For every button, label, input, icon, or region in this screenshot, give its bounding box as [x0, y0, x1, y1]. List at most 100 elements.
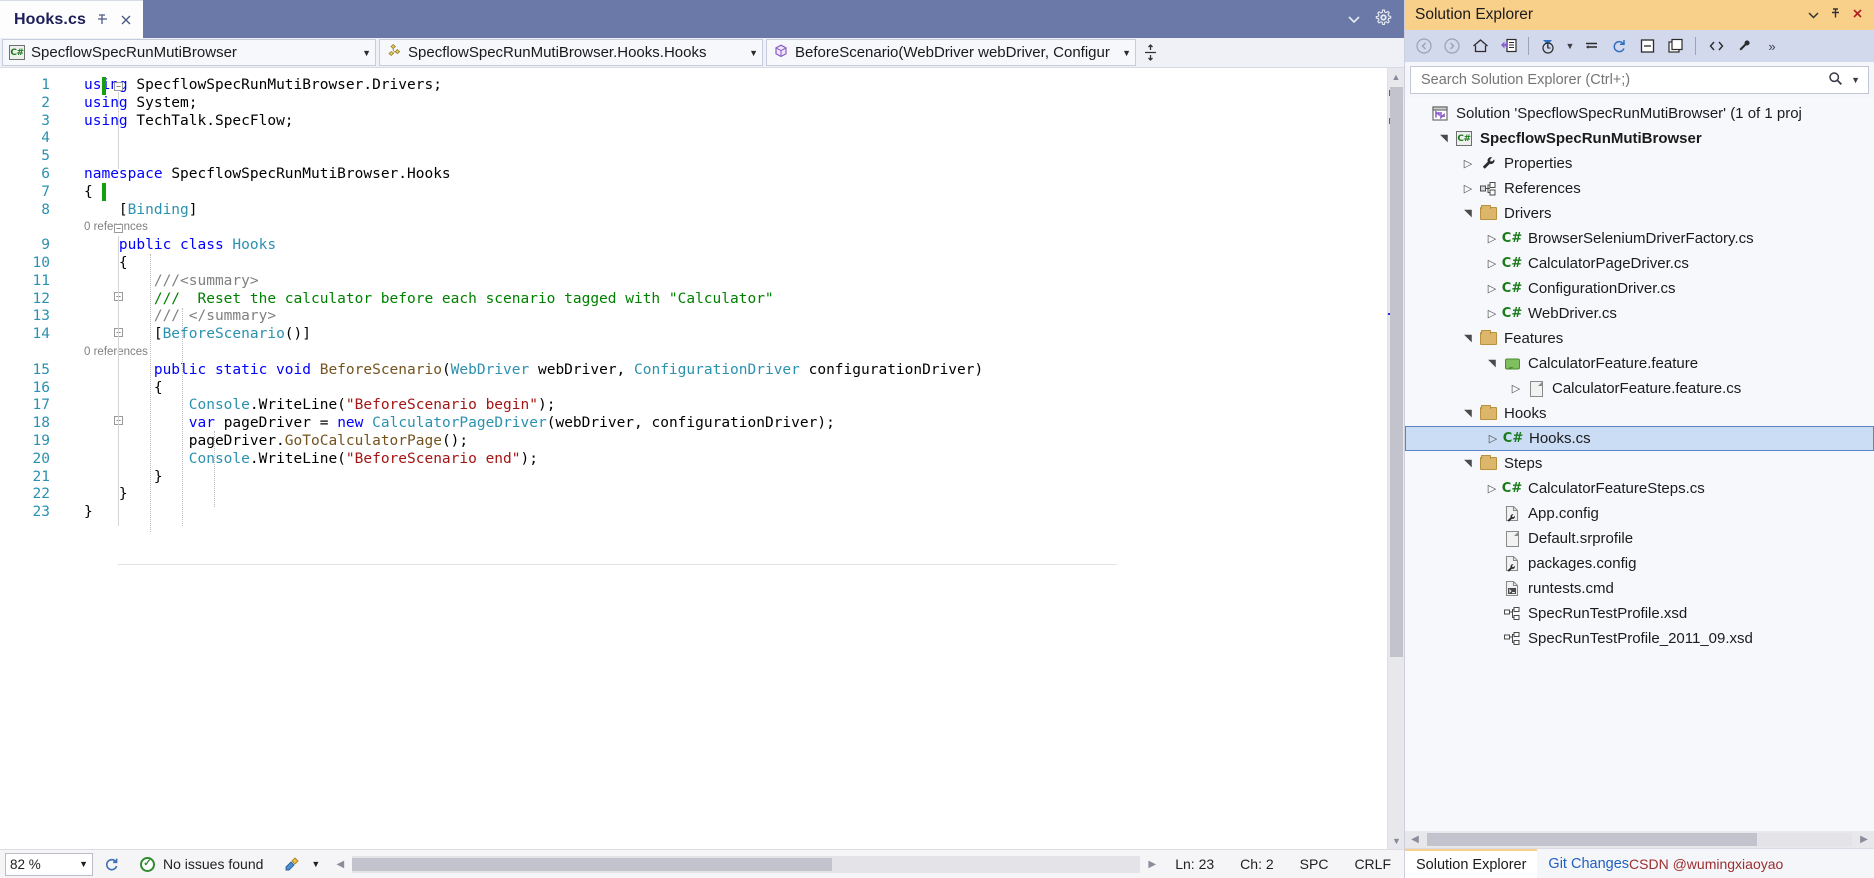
search-input[interactable] [1419, 71, 1825, 89]
type-dropdown[interactable]: SpecflowSpecRunMutiBrowser.Hooks.Hooks ▼ [379, 39, 763, 66]
chevron-down-icon[interactable]: ▼ [1564, 34, 1576, 58]
expand-collapse-open-icon[interactable]: ◢ [1463, 330, 1474, 348]
code-line[interactable]: 19 pageDriver.GoToCalculatorPage(); [0, 433, 1387, 451]
code-line[interactable]: 22 } [0, 486, 1387, 504]
code-line[interactable]: 9 public class Hooks [0, 237, 1387, 255]
tab-solution-explorer[interactable]: Solution Explorer [1405, 849, 1538, 878]
solution-tree[interactable]: Solution 'SpecflowSpecRunMutiBrowser' (1… [1405, 98, 1874, 831]
code-line[interactable]: 8 [Binding] [0, 202, 1387, 220]
scrollbar-thumb[interactable] [1427, 833, 1757, 846]
tree-item[interactable]: ▷ Properties [1405, 151, 1874, 176]
issues-status[interactable]: ✓ No issues found [130, 856, 273, 872]
pin-icon[interactable] [96, 13, 109, 26]
code-line[interactable]: 14 [BeforeScenario()] [0, 326, 1387, 344]
tree-item[interactable]: ◢ Drivers [1405, 201, 1874, 226]
chevron-down-icon[interactable]: ▼ [356, 48, 371, 58]
refresh-icon[interactable] [1606, 34, 1632, 58]
code-line[interactable]: 13 /// </summary> [0, 308, 1387, 326]
code-line[interactable]: 16 { [0, 380, 1387, 398]
scroll-up-arrow-icon[interactable]: ▲ [1388, 68, 1404, 85]
tree-item[interactable]: App.config [1405, 501, 1874, 526]
chevron-down-icon[interactable]: ▼ [311, 859, 320, 869]
properties-icon[interactable] [1731, 34, 1757, 58]
hscroll-right-arrow-icon[interactable]: ▶ [1142, 859, 1162, 870]
expand-collapse-open-icon[interactable]: ◢ [1487, 355, 1498, 373]
code-line[interactable]: 10 { [0, 255, 1387, 273]
forward-arrow-icon[interactable] [1439, 34, 1465, 58]
code-line[interactable]: 2 using System; [0, 95, 1387, 113]
tab-git-changes[interactable]: Git Changes CSDN @wumingxiaoyao [1537, 849, 1794, 878]
tree-item[interactable]: SpecRunTestProfile_2011_09.xsd [1405, 626, 1874, 651]
code-line[interactable]: 15 public static void BeforeScenario(Web… [0, 362, 1387, 380]
tree-item[interactable]: Solution 'SpecflowSpecRunMutiBrowser' (1… [1405, 101, 1874, 126]
scrollbar-thumb[interactable] [352, 857, 833, 871]
expand-collapse-closed-icon[interactable]: ▷ [1483, 232, 1501, 245]
tree-item[interactable]: ▷ C# WebDriver.cs [1405, 301, 1874, 326]
expand-collapse-closed-icon[interactable]: ▷ [1507, 382, 1525, 395]
chevron-down-icon[interactable] [1802, 8, 1824, 23]
pin-icon[interactable] [1824, 7, 1846, 23]
expand-collapse-open-icon[interactable]: ◢ [1463, 455, 1474, 473]
tree-item[interactable]: ◢ CalculatorFeature.feature [1405, 351, 1874, 376]
tree-item[interactable]: packages.config [1405, 551, 1874, 576]
back-arrow-icon[interactable] [1411, 34, 1437, 58]
code-line[interactable]: 5 [0, 148, 1387, 166]
tree-item[interactable]: ▷ CalculatorFeature.feature.cs [1405, 376, 1874, 401]
tree-item[interactable]: ◢ Hooks [1405, 401, 1874, 426]
scrollbar-track[interactable] [1427, 833, 1852, 846]
tree-item[interactable]: ▷ C# CalculatorFeatureSteps.cs [1405, 476, 1874, 501]
expand-collapse-closed-icon[interactable]: ▷ [1483, 482, 1501, 495]
code-cleanup-button[interactable]: ▼ [273, 856, 330, 872]
chevron-down-icon[interactable]: ▼ [79, 859, 88, 869]
code-lens-references[interactable]: 0 references [0, 344, 1387, 362]
expand-collapse-closed-icon[interactable]: ▷ [1459, 157, 1477, 170]
code-line[interactable]: 3 using TechTalk.SpecFlow; [0, 113, 1387, 131]
code-line[interactable]: 23} [0, 504, 1387, 522]
home-icon[interactable] [1467, 34, 1493, 58]
tree-item[interactable]: ▷ C# CalculatorPageDriver.cs [1405, 251, 1874, 276]
tree-item[interactable]: ▷ C# BrowserSeleniumDriverFactory.cs [1405, 226, 1874, 251]
code-line[interactable]: 6 namespace SpecflowSpecRunMutiBrowser.Ho… [0, 166, 1387, 184]
expand-collapse-open-icon[interactable]: ◢ [1463, 405, 1474, 423]
code-surface[interactable]: 1 using SpecflowSpecRunMutiBrowser.Driver… [0, 68, 1387, 849]
expand-collapse-open-icon[interactable]: ◢ [1463, 205, 1474, 223]
tree-item[interactable]: runtests.cmd [1405, 576, 1874, 601]
tree-item[interactable]: ▷ C# ConfigurationDriver.cs [1405, 276, 1874, 301]
code-line[interactable]: 4 [0, 130, 1387, 148]
hscroll-right-arrow-icon[interactable]: ▶ [1854, 834, 1874, 845]
overflow-icon[interactable]: » [1759, 34, 1785, 58]
expand-collapse-closed-icon[interactable]: ▷ [1484, 432, 1502, 445]
tree-item[interactable]: SpecRunTestProfile.xsd [1405, 601, 1874, 626]
code-line[interactable]: 20 Console.WriteLine("BeforeScenario end… [0, 451, 1387, 469]
view-code-icon[interactable] [1703, 34, 1729, 58]
code-line[interactable]: 18 var pageDriver = new CalculatorPageDr… [0, 415, 1387, 433]
close-icon[interactable] [119, 13, 133, 27]
chevron-down-icon[interactable]: ▼ [1847, 75, 1864, 85]
sync-with-active-document-icon[interactable] [1495, 34, 1521, 58]
filter-icon[interactable] [1536, 34, 1562, 58]
tree-item[interactable]: Default.srprofile [1405, 526, 1874, 551]
properties-window-icon[interactable] [1662, 34, 1688, 58]
editor-vertical-scrollbar[interactable]: ▲ ▼ [1387, 68, 1404, 849]
tree-item[interactable]: ◢ Features [1405, 326, 1874, 351]
scroll-down-arrow-icon[interactable]: ▼ [1388, 832, 1405, 849]
chevron-down-icon[interactable] [1347, 11, 1361, 28]
tree-item[interactable]: ▷ References [1405, 176, 1874, 201]
code-line[interactable]: 21 } [0, 469, 1387, 487]
code-line[interactable]: 11 ///<summary> [0, 273, 1387, 291]
code-line[interactable]: 1 using SpecflowSpecRunMutiBrowser.Driver… [0, 77, 1387, 95]
split-window-icon[interactable] [1137, 38, 1163, 67]
hscroll-left-arrow-icon[interactable]: ◀ [330, 859, 350, 870]
search-solution-explorer[interactable]: ▼ [1410, 66, 1869, 94]
chevron-down-icon[interactable]: ▼ [743, 48, 758, 58]
collapse-all-icon[interactable] [1578, 34, 1604, 58]
code-line[interactable]: 17 Console.WriteLine("BeforeScenario beg… [0, 397, 1387, 415]
expand-collapse-open-icon[interactable]: ◢ [1439, 130, 1450, 148]
expand-collapse-closed-icon[interactable]: ▷ [1483, 307, 1501, 320]
hscroll-left-arrow-icon[interactable]: ◀ [1405, 834, 1425, 845]
code-line[interactable]: 7{ [0, 184, 1387, 202]
code-line[interactable]: 12 /// Reset the calculator before each … [0, 291, 1387, 309]
close-icon[interactable] [1846, 7, 1868, 23]
code-lens-references[interactable]: 0 references [0, 219, 1387, 237]
editor-horizontal-scrollbar[interactable] [352, 855, 1141, 873]
